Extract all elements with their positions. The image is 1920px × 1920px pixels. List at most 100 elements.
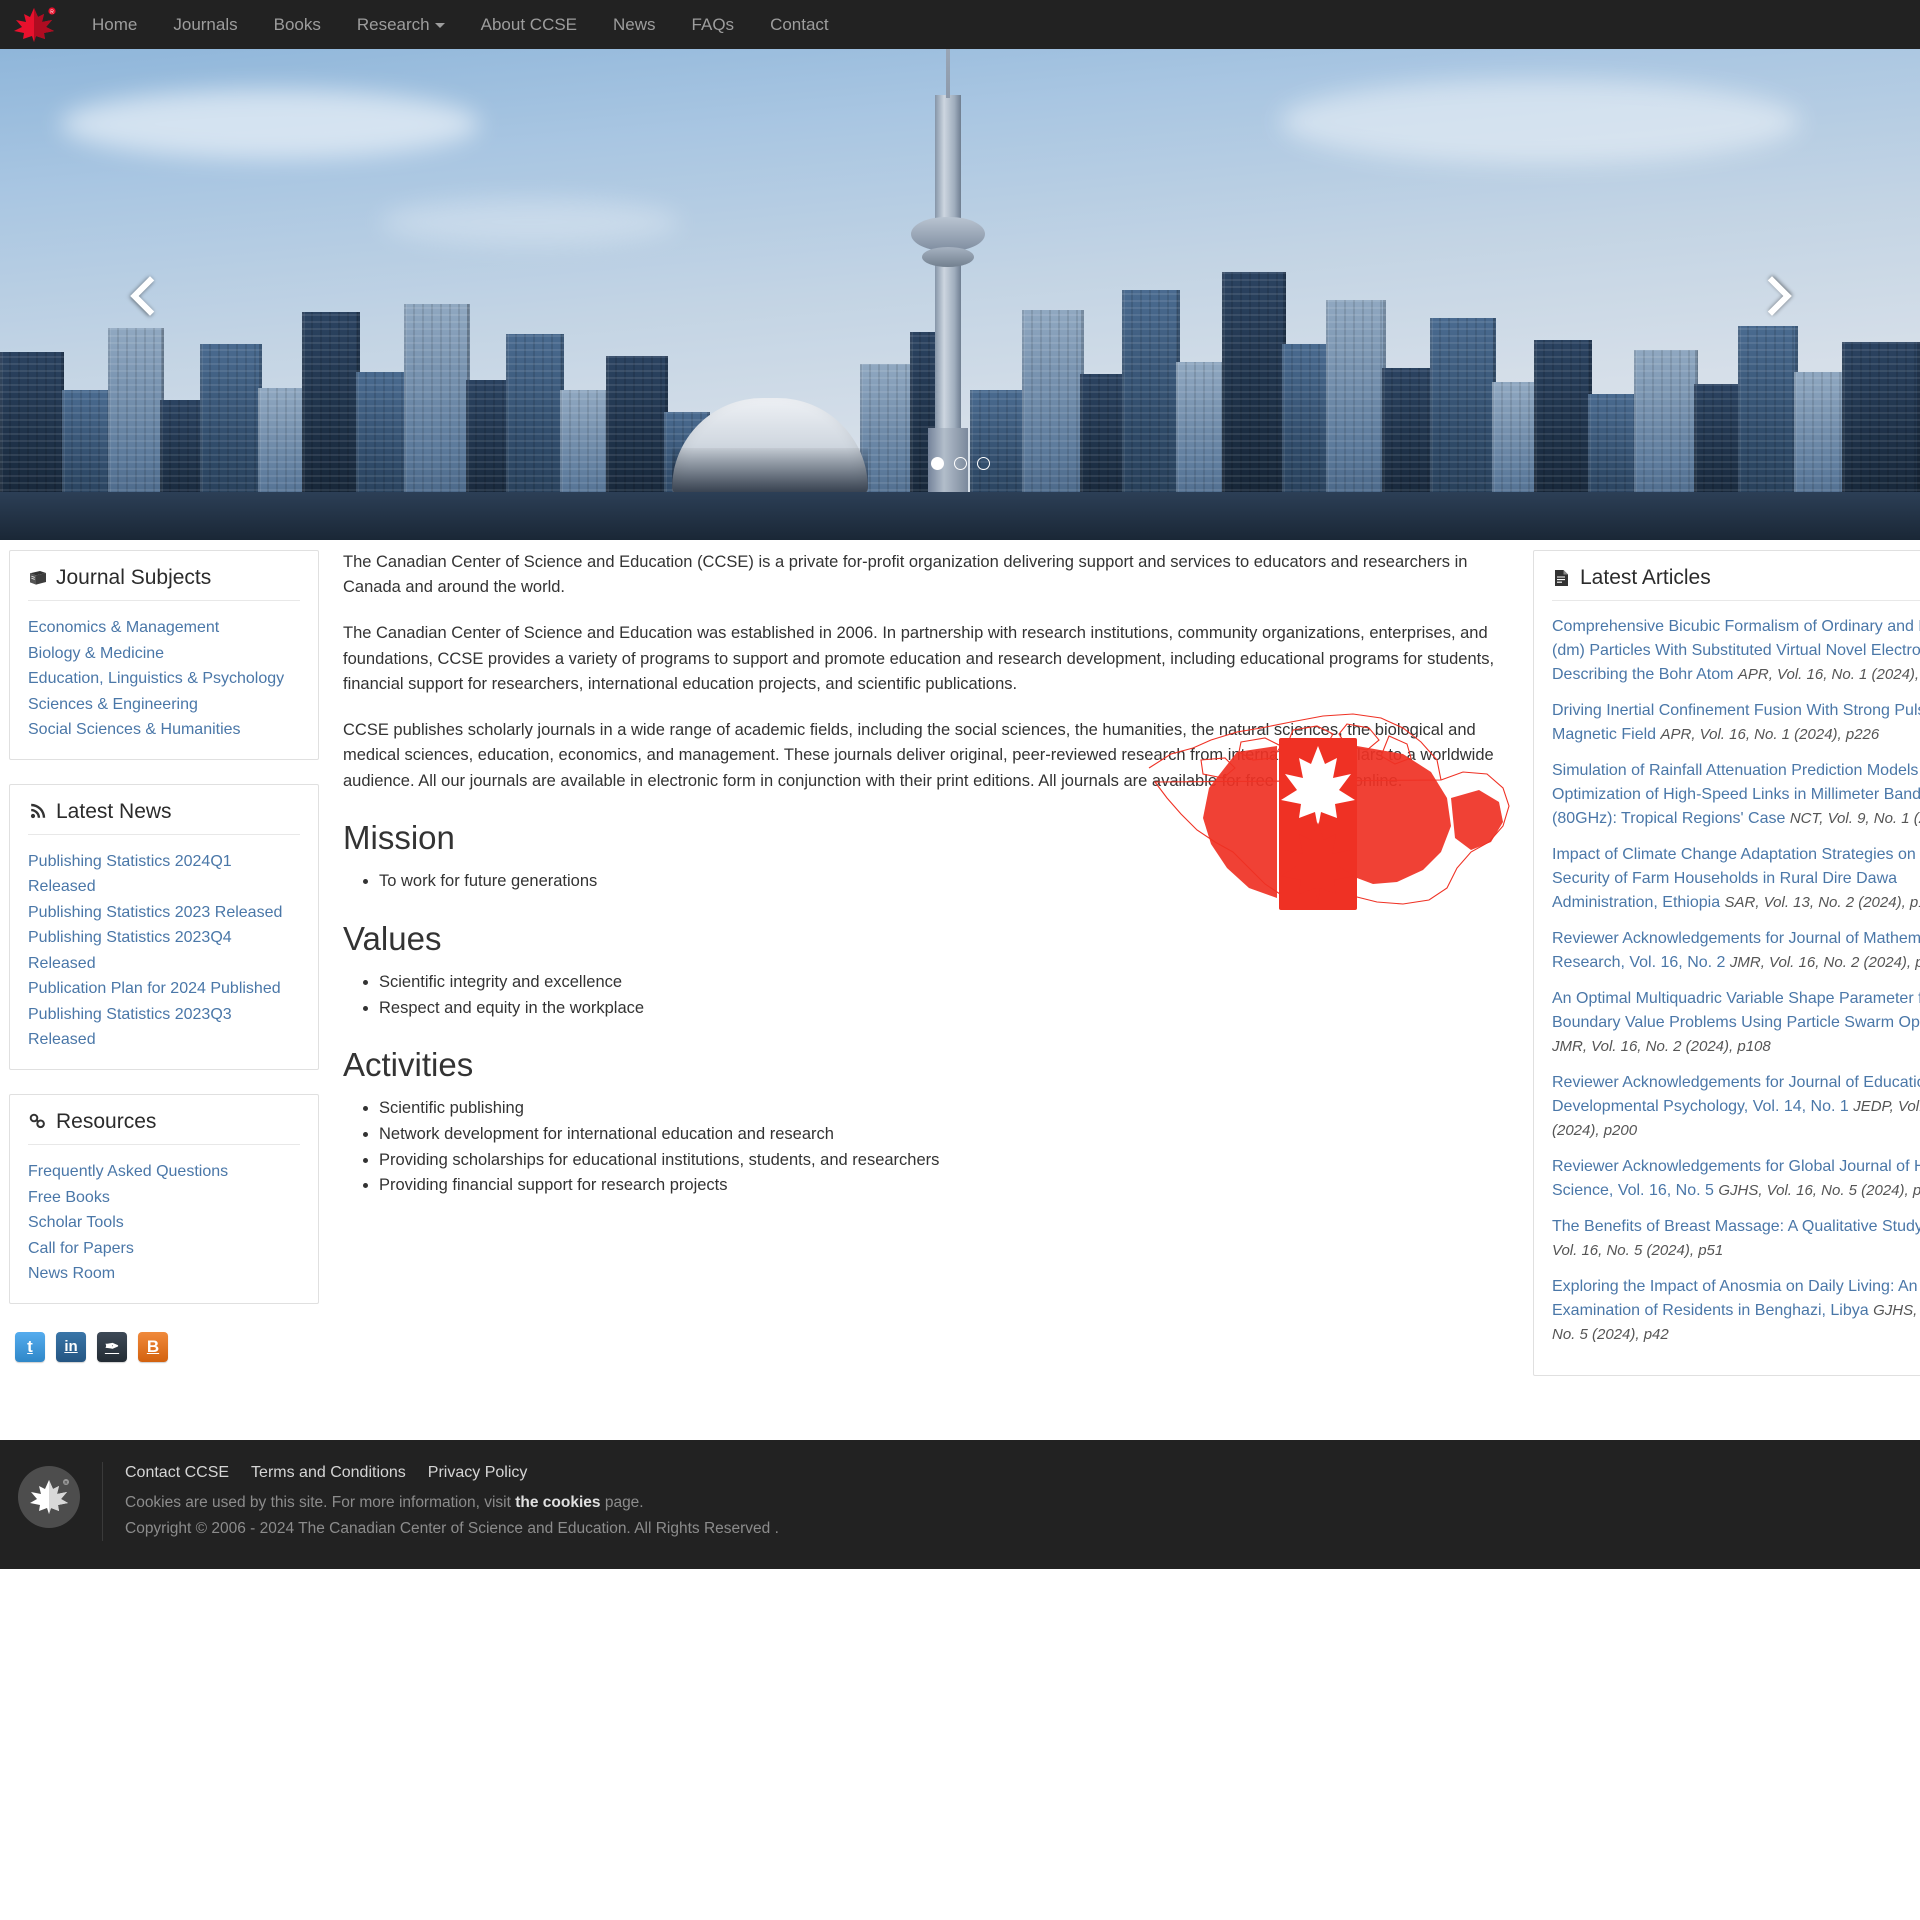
subject-link-economics[interactable]: Economics & Management	[28, 615, 300, 641]
page-footer: R Contact CCSE Terms and Conditions Priv…	[0, 1440, 1920, 1570]
news-link-2[interactable]: Publishing Statistics 2023 Released	[28, 900, 300, 926]
journal-subjects-panel: Journal Subjects Economics & Management …	[9, 550, 319, 760]
carousel-indicator-1[interactable]	[930, 457, 944, 470]
list-item: Providing scholarships for educational i…	[379, 1148, 1495, 1174]
article-meta-3: NCT, Vol. 9, No. 1 (2024), p1	[1789, 810, 1920, 828]
cookie-notice: Cookies are used by this site. For more …	[125, 1490, 779, 1516]
resource-link-scholar-tools[interactable]: Scholar Tools	[28, 1210, 300, 1236]
twitter-glyph: t	[27, 1336, 33, 1356]
resource-link-free-books[interactable]: Free Books	[28, 1185, 300, 1211]
news-link-3[interactable]: Publishing Statistics 2023Q4 Released	[28, 925, 300, 976]
news-link-1[interactable]: Publishing Statistics 2024Q1 Released	[28, 849, 300, 900]
intro-paragraph-3: CCSE publishes scholarly journals in a w…	[343, 721, 1494, 790]
nav-item-home[interactable]: Home	[74, 0, 155, 49]
list-item: Call for Papers	[28, 1236, 300, 1262]
chevron-left-icon	[130, 278, 164, 312]
list-item: Scientific integrity and excellence	[379, 970, 1495, 996]
nav-item-about-ccse[interactable]: About CCSE	[463, 0, 595, 49]
nav-item-contact-label: Contact	[770, 15, 829, 34]
news-link-4[interactable]: Publication Plan for 2024 Published	[28, 976, 300, 1002]
blogger-icon[interactable]: B	[138, 1331, 168, 1362]
nav-item-contact[interactable]: Contact	[752, 0, 847, 49]
nav-item-books[interactable]: Books	[256, 0, 339, 49]
footer-links: Contact CCSE Terms and Conditions Privac…	[125, 1464, 779, 1482]
linkedin-glyph: in	[64, 1338, 78, 1356]
nav-item-faqs-label: FAQs	[691, 15, 735, 34]
resource-link-call-for-papers[interactable]: Call for Papers	[28, 1236, 300, 1262]
svg-text:R: R	[64, 1480, 67, 1485]
article-meta-8: GJHS, Vol. 16, No. 5 (2024), p57	[1718, 1182, 1920, 1200]
subject-link-sciences[interactable]: Sciences & Engineering	[28, 692, 300, 718]
latest-articles-title: Latest Articles	[1552, 565, 1920, 602]
footer-link-privacy[interactable]: Privacy Policy	[428, 1464, 528, 1482]
list-item: Scientific publishing	[379, 1096, 1495, 1122]
rss-icon	[28, 802, 47, 821]
nav-item-home-label: Home	[92, 15, 138, 34]
latest-articles-list: Comprehensive Bicubic Formalism of Ordin…	[1552, 611, 1920, 1347]
subject-link-biology[interactable]: Biology & Medicine	[28, 641, 300, 667]
latest-news-title: Latest News	[28, 799, 300, 835]
list-item: Impact of Climate Change Adaptation Stra…	[1552, 843, 1920, 915]
nav-item-research[interactable]: Research	[339, 0, 463, 49]
resources-title: Resources	[28, 1109, 300, 1146]
left-sidebar: Journal Subjects Economics & Management …	[9, 540, 331, 1362]
section-heading-activities: Activities	[343, 1046, 474, 1084]
twitter-icon[interactable]: t	[15, 1331, 45, 1362]
list-item: Respect and equity in the workplace	[379, 996, 1495, 1022]
nav-item-journals[interactable]: Journals	[155, 0, 255, 49]
nav-item-books-label: Books	[273, 15, 321, 34]
article-meta-6: JMR, Vol. 16, No. 2 (2024), p108	[1552, 1038, 1771, 1056]
journal-subjects-title: Journal Subjects	[28, 565, 300, 602]
article-link-6[interactable]: An Optimal Multiquadric Variable Shape P…	[1552, 990, 1920, 1031]
footer-link-terms[interactable]: Terms and Conditions	[251, 1464, 406, 1482]
news-link-5[interactable]: Publishing Statistics 2023Q3 Released	[28, 1002, 300, 1053]
list-item: Social Sciences & Humanities	[28, 717, 300, 743]
article-link-9[interactable]: The Benefits of Breast Massage: A Qualit…	[1552, 1218, 1920, 1235]
journal-subjects-list: Economics & Management Biology & Medicin…	[28, 611, 300, 743]
cookie-notice-suffix: page.	[600, 1494, 644, 1512]
footer-divider	[102, 1462, 103, 1542]
subject-link-social-sciences[interactable]: Social Sciences & Humanities	[28, 717, 300, 743]
hero-carousel	[0, 49, 1920, 540]
list-item: Education, Linguistics & Psychology	[28, 666, 300, 692]
document-icon	[1552, 568, 1571, 587]
article-meta-1: APR, Vol. 16, No. 1 (2024), p286	[1737, 666, 1920, 684]
resources-title-text: Resources	[56, 1109, 157, 1133]
mendeley-icon[interactable]: ✒	[97, 1331, 127, 1362]
list-item: Reviewer Acknowledgements for Journal of…	[1552, 1071, 1920, 1143]
chevron-down-icon	[434, 23, 445, 29]
resources-panel: Resources Frequently Asked Questions Fre…	[9, 1093, 319, 1304]
top-navbar: R Home Journals Books Research About CCS…	[0, 0, 1920, 49]
carousel-indicator-3[interactable]	[976, 457, 990, 470]
subject-link-education[interactable]: Education, Linguistics & Psychology	[28, 666, 300, 692]
right-sidebar: Latest Articles Comprehensive Bicubic Fo…	[1521, 540, 1920, 1400]
intro-paragraph-1: The Canadian Center of Science and Educa…	[343, 553, 1468, 597]
activities-list: Scientific publishing Network developmen…	[343, 1096, 1495, 1198]
carousel-indicator-2[interactable]	[953, 457, 967, 470]
list-item: Comprehensive Bicubic Formalism of Ordin…	[1552, 615, 1920, 687]
nav-item-news[interactable]: News	[595, 0, 674, 49]
list-item: Sciences & Engineering	[28, 692, 300, 718]
mendeley-glyph: ✒	[104, 1336, 120, 1356]
link-icon	[28, 1112, 47, 1131]
list-item: An Optimal Multiquadric Variable Shape P…	[1552, 987, 1920, 1059]
resource-link-faq[interactable]: Frequently Asked Questions	[28, 1159, 300, 1185]
nav-item-journals-label: Journals	[173, 15, 238, 34]
nav-links: Home Journals Books Research About CCSE …	[74, 0, 847, 49]
list-item: Publishing Statistics 2023 Released	[28, 900, 300, 926]
cookie-policy-link[interactable]: the cookies	[515, 1494, 600, 1511]
footer-link-contact-ccse[interactable]: Contact CCSE	[125, 1464, 229, 1482]
section-heading-values: Values	[343, 919, 442, 957]
footer-text: Contact CCSE Terms and Conditions Privac…	[125, 1462, 779, 1541]
linkedin-icon[interactable]: in	[56, 1331, 86, 1362]
ccse-maple-leaf-logo[interactable]: R	[8, 4, 60, 46]
cookie-notice-prefix: Cookies are used by this site. For more …	[125, 1494, 516, 1512]
nav-item-faqs[interactable]: FAQs	[674, 0, 753, 49]
resource-link-news-room[interactable]: News Room	[28, 1261, 300, 1287]
article-link-10[interactable]: Exploring the Impact of Anosmia on Daily…	[1552, 1278, 1918, 1319]
section-heading-mission: Mission	[343, 818, 455, 856]
values-list: Scientific integrity and excellence Resp…	[343, 970, 1495, 1021]
latest-news-panel: Latest News Publishing Statistics 2024Q1…	[9, 783, 319, 1070]
journal-subjects-title-text: Journal Subjects	[56, 566, 212, 589]
page-container: Journal Subjects Economics & Management …	[0, 540, 1920, 1400]
